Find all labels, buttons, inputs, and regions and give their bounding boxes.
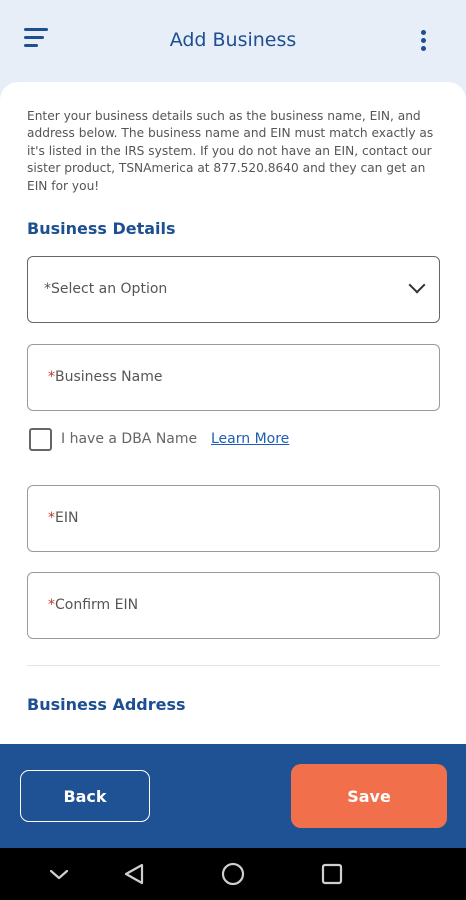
chevron-down-icon [408, 276, 426, 294]
more-vert-icon[interactable] [418, 28, 430, 52]
dba-label: I have a DBA Name [61, 431, 198, 447]
app-header: Add Business [0, 0, 466, 82]
business-name-field[interactable]: *Business Name [27, 344, 440, 411]
footer-bar: Back Save [0, 744, 466, 848]
ein-label: EIN [55, 510, 79, 526]
ein-label-wrap: *EIN [48, 510, 78, 526]
ein-field[interactable]: *EIN [27, 485, 440, 552]
confirm-ein-field[interactable]: *Confirm EIN [27, 572, 440, 639]
back-triangle-icon[interactable] [108, 848, 160, 900]
chevron-down-icon[interactable] [33, 848, 85, 900]
save-button[interactable]: Save [291, 764, 447, 828]
business-address-title: Business Address [27, 695, 186, 714]
business-type-select[interactable]: *Select an Option [27, 256, 440, 323]
confirm-ein-label: Confirm EIN [55, 597, 139, 613]
confirm-ein-label-wrap: *Confirm EIN [48, 597, 138, 613]
dba-checkbox[interactable] [29, 428, 52, 451]
system-nav-bar [0, 848, 466, 900]
intro-text: Enter your business details such as the … [27, 109, 434, 193]
recents-square-icon[interactable] [306, 848, 358, 900]
required-marker: * [48, 510, 55, 526]
business-name-label: Business Name [55, 369, 163, 385]
learn-more-link[interactable]: Learn More [211, 431, 289, 447]
page-title: Add Business [169, 29, 297, 51]
divider [27, 665, 440, 666]
business-name-label-wrap: *Business Name [48, 369, 163, 385]
required-marker: * [48, 369, 55, 385]
select-placeholder: *Select an Option [44, 281, 168, 297]
home-circle-icon[interactable] [207, 848, 259, 900]
back-button[interactable]: Back [20, 770, 150, 822]
form-card: Enter your business details such as the … [0, 82, 466, 744]
required-marker: * [48, 597, 55, 613]
business-details-title: Business Details [27, 219, 176, 238]
